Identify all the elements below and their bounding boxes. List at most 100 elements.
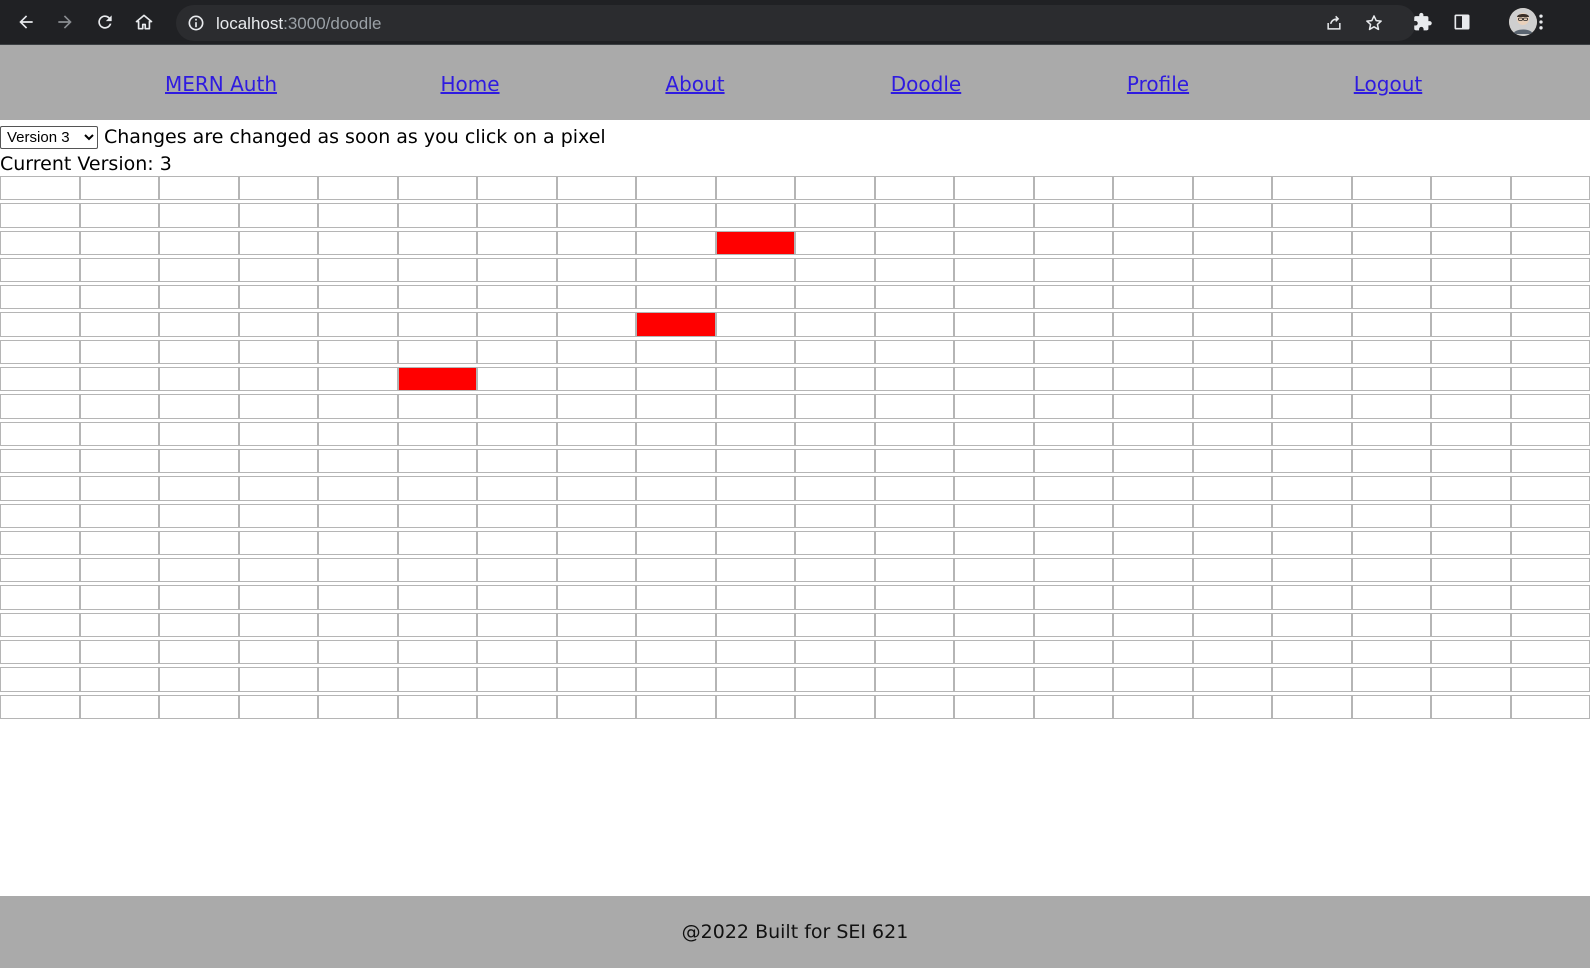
grid-pixel[interactable] bbox=[397, 312, 477, 337]
grid-pixel[interactable] bbox=[238, 448, 318, 474]
grid-pixel[interactable] bbox=[477, 694, 557, 719]
grid-pixel[interactable] bbox=[1351, 694, 1431, 719]
grid-pixel[interactable] bbox=[79, 176, 159, 201]
grid-pixel[interactable] bbox=[1272, 312, 1352, 337]
grid-pixel[interactable] bbox=[1272, 612, 1352, 638]
grid-pixel[interactable] bbox=[79, 312, 159, 337]
grid-pixel[interactable] bbox=[159, 285, 239, 310]
grid-pixel[interactable] bbox=[1272, 257, 1352, 283]
grid-pixel[interactable] bbox=[397, 667, 477, 692]
grid-pixel[interactable] bbox=[795, 312, 875, 337]
grid-pixel[interactable] bbox=[238, 640, 318, 665]
grid-pixel[interactable] bbox=[0, 394, 80, 419]
grid-pixel[interactable] bbox=[159, 476, 239, 501]
grid-pixel[interactable] bbox=[1192, 421, 1272, 446]
grid-pixel[interactable] bbox=[636, 367, 716, 392]
grid-pixel[interactable] bbox=[1192, 230, 1272, 255]
grid-pixel[interactable] bbox=[1510, 530, 1590, 556]
grid-pixel[interactable] bbox=[0, 694, 80, 719]
grid-pixel[interactable] bbox=[874, 367, 954, 392]
grid-pixel[interactable] bbox=[795, 476, 875, 501]
grid-pixel[interactable] bbox=[795, 448, 875, 474]
grid-pixel[interactable] bbox=[397, 585, 477, 610]
grid-pixel[interactable] bbox=[1113, 367, 1193, 392]
grid-pixel[interactable] bbox=[1431, 257, 1511, 283]
grid-pixel[interactable] bbox=[1113, 312, 1193, 337]
grid-pixel[interactable] bbox=[874, 257, 954, 283]
grid-pixel[interactable] bbox=[159, 448, 239, 474]
grid-pixel[interactable] bbox=[795, 367, 875, 392]
grid-pixel[interactable] bbox=[1272, 694, 1352, 719]
grid-pixel[interactable] bbox=[238, 339, 318, 365]
grid-pixel[interactable] bbox=[318, 230, 398, 255]
grid-pixel[interactable] bbox=[636, 203, 716, 228]
grid-pixel[interactable] bbox=[477, 339, 557, 365]
grid-pixel[interactable] bbox=[318, 612, 398, 638]
extensions-icon[interactable] bbox=[1410, 9, 1436, 35]
grid-pixel[interactable] bbox=[715, 476, 795, 501]
grid-pixel[interactable] bbox=[636, 421, 716, 446]
grid-pixel[interactable] bbox=[238, 667, 318, 692]
grid-pixel[interactable] bbox=[874, 421, 954, 446]
grid-pixel[interactable] bbox=[1272, 421, 1352, 446]
grid-pixel[interactable] bbox=[238, 530, 318, 556]
grid-pixel[interactable] bbox=[715, 257, 795, 283]
grid-pixel[interactable] bbox=[238, 694, 318, 719]
grid-pixel[interactable] bbox=[795, 230, 875, 255]
grid-pixel[interactable] bbox=[1272, 558, 1352, 583]
grid-pixel[interactable] bbox=[636, 503, 716, 528]
grid-pixel[interactable] bbox=[477, 558, 557, 583]
grid-pixel[interactable] bbox=[715, 394, 795, 419]
grid-pixel[interactable] bbox=[1510, 230, 1590, 255]
grid-pixel[interactable] bbox=[1431, 585, 1511, 610]
grid-pixel[interactable] bbox=[477, 503, 557, 528]
grid-pixel[interactable] bbox=[1192, 203, 1272, 228]
grid-pixel[interactable] bbox=[318, 503, 398, 528]
grid-pixel[interactable] bbox=[795, 203, 875, 228]
grid-pixel[interactable] bbox=[477, 585, 557, 610]
grid-pixel[interactable] bbox=[397, 694, 477, 719]
grid-pixel[interactable] bbox=[477, 394, 557, 419]
grid-pixel[interactable] bbox=[477, 476, 557, 501]
grid-pixel[interactable] bbox=[79, 285, 159, 310]
grid-pixel[interactable] bbox=[1351, 585, 1431, 610]
grid-pixel[interactable] bbox=[238, 585, 318, 610]
grid-pixel[interactable] bbox=[874, 285, 954, 310]
grid-pixel[interactable] bbox=[318, 585, 398, 610]
grid-pixel[interactable] bbox=[79, 257, 159, 283]
grid-pixel[interactable] bbox=[477, 367, 557, 392]
grid-pixel[interactable] bbox=[318, 312, 398, 337]
grid-pixel[interactable] bbox=[1113, 612, 1193, 638]
grid-pixel[interactable] bbox=[795, 339, 875, 365]
grid-pixel[interactable] bbox=[1431, 667, 1511, 692]
grid-pixel[interactable] bbox=[1510, 421, 1590, 446]
grid-pixel[interactable] bbox=[238, 285, 318, 310]
grid-pixel[interactable] bbox=[715, 367, 795, 392]
grid-pixel[interactable] bbox=[795, 394, 875, 419]
grid-pixel[interactable] bbox=[954, 285, 1034, 310]
grid-pixel[interactable] bbox=[477, 176, 557, 201]
grid-pixel[interactable] bbox=[79, 230, 159, 255]
grid-pixel[interactable] bbox=[1033, 476, 1113, 501]
grid-pixel[interactable] bbox=[1351, 394, 1431, 419]
grid-pixel[interactable] bbox=[238, 394, 318, 419]
grid-pixel[interactable] bbox=[318, 339, 398, 365]
grid-pixel[interactable] bbox=[1510, 585, 1590, 610]
grid-pixel[interactable] bbox=[874, 667, 954, 692]
grid-pixel[interactable] bbox=[0, 585, 80, 610]
grid-pixel[interactable] bbox=[1033, 585, 1113, 610]
grid-pixel[interactable] bbox=[79, 694, 159, 719]
grid-pixel[interactable] bbox=[954, 530, 1034, 556]
grid-pixel[interactable] bbox=[159, 339, 239, 365]
grid-pixel[interactable] bbox=[0, 367, 80, 392]
grid-pixel[interactable] bbox=[1033, 339, 1113, 365]
grid-pixel[interactable] bbox=[318, 530, 398, 556]
grid-pixel[interactable] bbox=[1431, 230, 1511, 255]
grid-pixel[interactable] bbox=[0, 257, 80, 283]
forward-icon[interactable] bbox=[52, 9, 78, 35]
grid-pixel[interactable] bbox=[715, 448, 795, 474]
grid-pixel[interactable] bbox=[159, 230, 239, 255]
grid-pixel[interactable] bbox=[477, 203, 557, 228]
grid-pixel[interactable] bbox=[1033, 176, 1113, 201]
grid-pixel[interactable] bbox=[1431, 694, 1511, 719]
